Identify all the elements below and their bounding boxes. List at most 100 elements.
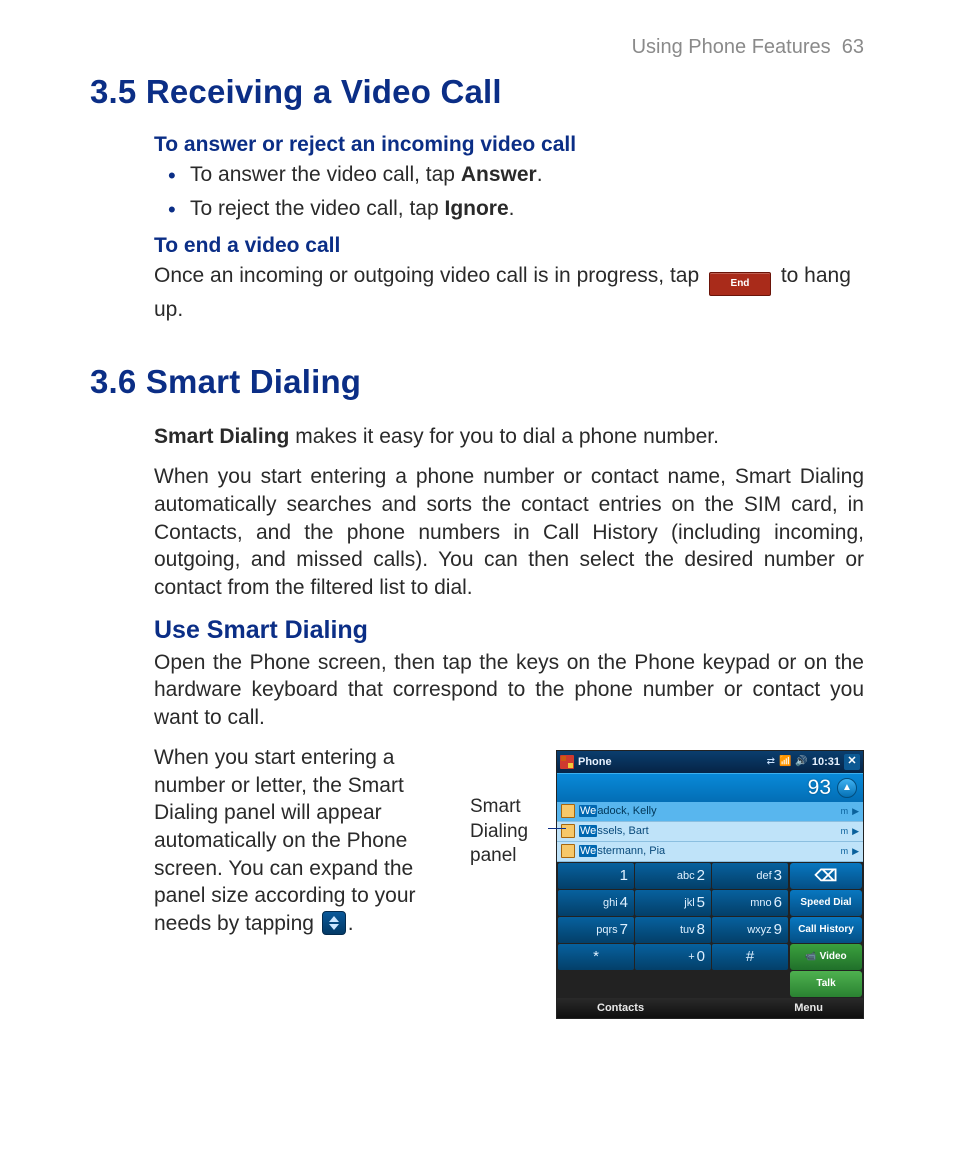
p4-post: .: [348, 912, 354, 935]
k6d: 7: [620, 921, 628, 938]
k6s: pqrs: [596, 924, 617, 936]
list-item[interactable]: Weadock, Kelly m▶: [557, 802, 863, 822]
smart-dialing-intro: Smart Dialing makes it easy for you to d…: [154, 423, 864, 451]
start-flag-icon[interactable]: [560, 755, 574, 769]
k3s: ghi: [603, 897, 618, 909]
key-9[interactable]: wxyz9: [712, 917, 788, 943]
arrow-right-icon: ▶: [852, 806, 859, 817]
contact-icon: [561, 824, 575, 838]
section-3-5-title: 3.5 Receiving a Video Call: [90, 73, 864, 111]
key-2[interactable]: abc2: [635, 863, 711, 889]
call-history-button[interactable]: Call History: [790, 917, 862, 943]
use-smart-dialing-p1: Open the Phone screen, then tap the keys…: [154, 649, 864, 732]
phone-display: 93 ▲: [557, 773, 863, 802]
phone-keypad: 1 abc2 def3 ghi4 jkl5 mno6 pqrs7 tuv8 wx…: [557, 862, 789, 998]
key-7[interactable]: pqrs7: [558, 917, 634, 943]
key-hash[interactable]: #: [712, 944, 788, 970]
expand-icon: [322, 911, 346, 935]
k9s: *: [593, 948, 599, 965]
k11s: #: [746, 948, 754, 965]
end-call-pre: Once an incoming or outgoing video call …: [154, 264, 705, 287]
smart-dialing-rest: makes it easy for you to dial a phone nu…: [289, 425, 719, 448]
k8d: 9: [774, 921, 782, 938]
speed-dial-button[interactable]: Speed Dial: [790, 890, 862, 916]
key-1[interactable]: 1: [558, 863, 634, 889]
softkey-contacts[interactable]: Contacts: [597, 1002, 644, 1014]
key-star[interactable]: *: [558, 944, 634, 970]
phone-screenshot: Phone ⇄ 📶 🔊 10:31 ✕ 93 ▲: [556, 750, 864, 1019]
bullet-answer-bold: Answer: [461, 163, 537, 186]
page-header: Using Phone Features 63: [90, 36, 864, 59]
phone-title: Phone: [578, 756, 612, 768]
key-8[interactable]: tuv8: [635, 917, 711, 943]
key-3[interactable]: def3: [712, 863, 788, 889]
close-icon[interactable]: ✕: [844, 754, 860, 770]
key-5[interactable]: jkl5: [635, 890, 711, 916]
list-item[interactable]: Wessels, Bart m▶: [557, 822, 863, 842]
video-icon: 📹: [805, 951, 816, 962]
match0: We: [579, 805, 597, 817]
tag0: m: [841, 806, 849, 816]
dialed-number: 93: [808, 776, 831, 800]
phone-time: 10:31: [812, 756, 840, 768]
k8s: wxyz: [747, 924, 771, 936]
list-item[interactable]: Westermann, Pia m▶: [557, 842, 863, 862]
sub-use-smart-dialing: Use Smart Dialing: [154, 616, 864, 645]
k2d: 3: [774, 867, 782, 884]
k7d: 8: [697, 921, 705, 938]
callout-l1: Smart: [470, 796, 521, 817]
k2s: def: [756, 870, 771, 882]
callout-label: Smart Dialing panel: [470, 750, 548, 869]
arrow-right-icon: ▶: [852, 826, 859, 837]
k10s: +: [688, 951, 694, 963]
match1: We: [579, 825, 597, 837]
end-button-icon: End: [709, 272, 771, 296]
callout-l3: panel: [470, 845, 517, 866]
arrow-right-icon: ▶: [852, 846, 859, 857]
key-0[interactable]: +0: [635, 944, 711, 970]
rest2: stermann, Pia: [597, 845, 665, 857]
softkey-menu[interactable]: Menu: [794, 1002, 823, 1014]
rest1: ssels, Bart: [597, 825, 648, 837]
k7s: tuv: [680, 924, 695, 936]
header-page: 63: [842, 36, 864, 58]
bullet-reject-post: .: [509, 197, 515, 220]
talk-button[interactable]: Talk: [790, 971, 862, 997]
bullet-reject-bold: Ignore: [444, 197, 508, 220]
key-4[interactable]: ghi4: [558, 890, 634, 916]
contact-icon: [561, 804, 575, 818]
k0d: 1: [620, 867, 628, 884]
expand-panel-button[interactable]: ▲: [837, 778, 857, 798]
callout-l2: Dialing: [470, 821, 528, 842]
video-text: Video: [820, 951, 847, 962]
match2: We: [579, 845, 597, 857]
k1s: abc: [677, 870, 695, 882]
video-call-button[interactable]: 📹 Video: [790, 944, 862, 970]
tag2: m: [841, 846, 849, 856]
backspace-button[interactable]: ⌫: [790, 863, 862, 889]
k5d: 6: [774, 894, 782, 911]
k10d: 0: [697, 948, 705, 965]
end-call-text: Once an incoming or outgoing video call …: [154, 262, 864, 324]
network-icon: ⇄: [767, 756, 775, 767]
sub-answer-reject: To answer or reject an incoming video ca…: [154, 133, 864, 157]
volume-icon: 🔊: [795, 756, 807, 767]
signal-icon: 📶: [779, 756, 791, 767]
k3d: 4: [620, 894, 628, 911]
p4-pre: When you start entering a number or lett…: [154, 746, 416, 935]
bullet-answer: To answer the video call, tap Answer.: [190, 161, 864, 189]
bullet-answer-post: .: [537, 163, 543, 186]
k5s: mno: [750, 897, 771, 909]
contact-icon: [561, 844, 575, 858]
phone-titlebar: Phone ⇄ 📶 🔊 10:31 ✕: [557, 751, 863, 773]
bullet-reject-pre: To reject the video call, tap: [190, 197, 444, 220]
smart-dialing-panel: Weadock, Kelly m▶ Wessels, Bart m▶ Weste…: [557, 802, 863, 862]
rest0: adock, Kelly: [597, 805, 656, 817]
use-smart-dialing-p2: When you start entering a number or lett…: [154, 744, 454, 938]
header-section: Using Phone Features: [632, 36, 831, 58]
bullet-answer-pre: To answer the video call, tap: [190, 163, 461, 186]
phone-bottom-bar: Contacts Menu: [557, 998, 863, 1018]
key-6[interactable]: mno6: [712, 890, 788, 916]
k4s: jkl: [684, 897, 694, 909]
smart-dialing-bold: Smart Dialing: [154, 425, 289, 448]
